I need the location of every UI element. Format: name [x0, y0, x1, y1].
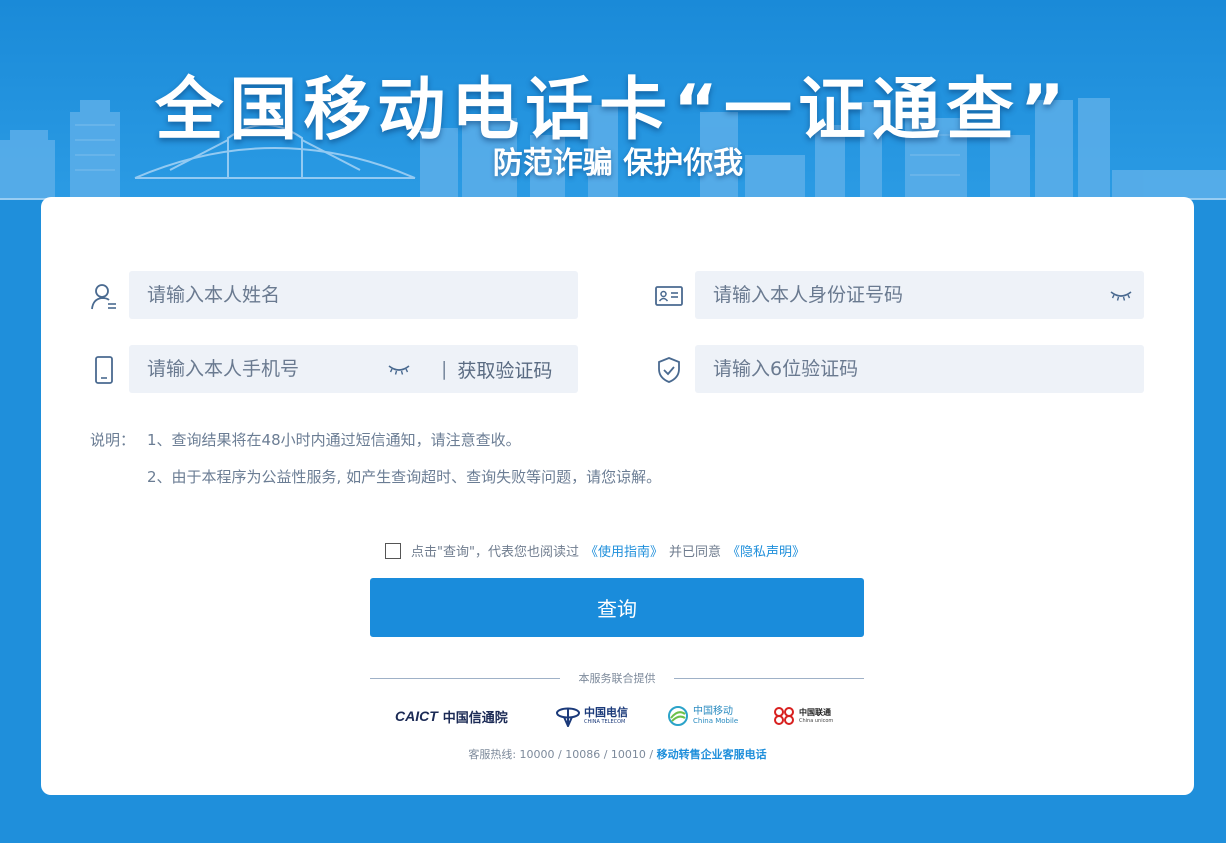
china-mobile-icon — [668, 706, 688, 726]
name-input[interactable] — [129, 271, 578, 319]
instruction-line-1: 1、查询结果将在48小时内通过短信通知，请注意查收。 — [147, 431, 521, 449]
sub-title: 防范诈骗 保护你我 — [492, 146, 744, 181]
china-telecom-en: CHINA TELECOM — [584, 719, 626, 725]
phone-input-box — [129, 345, 421, 393]
china-telecom-logo: 中国电信 CHINA TELECOM — [556, 702, 628, 730]
query-button[interactable]: 查询 — [370, 578, 864, 637]
agreement-row: 点击"查询"，代表您也阅读过 《使用指南》 并已同意 《隐私声明》 — [385, 541, 811, 560]
get-code-label: 获取验证码 — [457, 359, 553, 382]
id-card-icon — [655, 286, 683, 306]
query-form-card: | 获取验证码 说明： 1、查询结果将在48小时内通过短信通知，请注意查收。 2… — [41, 197, 1194, 795]
instruction-line-2: 2、由于本程序为公益性服务, 如产生查询超时、查询失败等问题，请您谅解。 — [147, 468, 662, 486]
id-input-box — [695, 271, 1144, 319]
divider-right — [674, 678, 864, 679]
china-mobile-cn: 中国移动 — [693, 706, 733, 717]
name-input-box — [129, 271, 578, 319]
id-number-input[interactable] — [695, 271, 1144, 319]
china-unicom-icon — [774, 707, 794, 725]
china-unicom-en: China unicom — [799, 717, 834, 724]
china-unicom-cn: 中国联通 — [799, 707, 831, 717]
mvno-hotline-link[interactable]: 移动转售企业客服电话 — [657, 748, 767, 761]
eye-closed-icon[interactable] — [388, 364, 410, 376]
divider-left — [370, 678, 560, 679]
china-unicom-logo: 中国联通 China unicom — [772, 702, 833, 730]
agreement-text-middle: 并已同意 — [668, 545, 721, 560]
caict-logo: CAICT 中国信通院 — [395, 702, 508, 730]
hotline-numbers: 客服热线: 10000 / 10086 / 10010 / — [468, 748, 654, 761]
caict-mark: CAICT — [395, 708, 438, 724]
instructions-label: 说明： — [90, 431, 136, 449]
phone-input[interactable] — [129, 345, 421, 393]
eye-closed-icon[interactable] — [1110, 290, 1132, 302]
provided-by-label: 本服务联合提供 — [578, 672, 656, 685]
agreement-checkbox[interactable] — [385, 542, 401, 559]
banner: 全国移动电话卡“一证通查” 防范诈骗 保护你我 — [0, 0, 1226, 200]
partner-logos: CAICT 中国信通院 中国电信 CHINA TELECOM 中国移动 Chin… — [41, 702, 1194, 732]
shield-check-icon — [658, 357, 680, 383]
verification-code-input[interactable] — [695, 345, 1144, 393]
privacy-statement-link[interactable]: 《隐私声明》 — [727, 541, 805, 560]
usage-guide-link[interactable]: 《使用指南》 — [585, 541, 663, 560]
customer-service-hotline: 客服热线: 10000 / 10086 / 10010 / 移动转售企业客服电话 — [41, 746, 1194, 762]
get-code-separator: | — [441, 358, 448, 380]
china-telecom-icon — [556, 707, 580, 727]
agreement-text-prefix: 点击"查询"，代表您也阅读过 — [411, 545, 579, 560]
caict-name: 中国信通院 — [442, 710, 508, 726]
get-code-button[interactable]: | 获取验证码 — [421, 345, 578, 393]
mobile-phone-icon — [95, 356, 113, 384]
china-telecom-cn: 中国电信 — [584, 706, 628, 719]
code-input-box — [695, 345, 1144, 393]
user-icon — [91, 284, 116, 310]
china-mobile-logo: 中国移动 China Mobile — [667, 702, 738, 730]
china-mobile-en: China Mobile — [693, 717, 739, 725]
